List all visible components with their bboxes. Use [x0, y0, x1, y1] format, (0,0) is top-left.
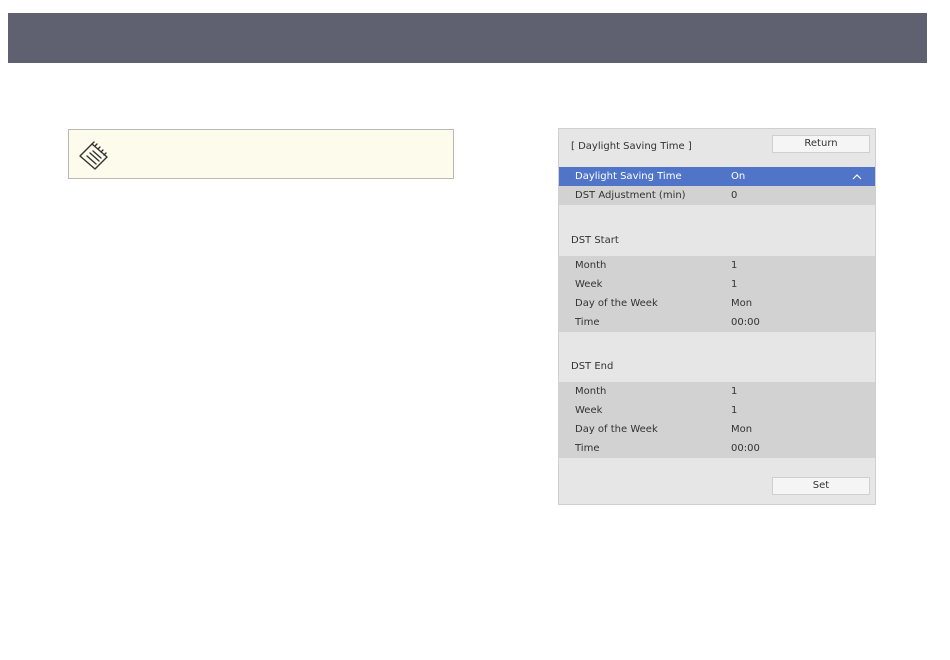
setting-label: Week — [575, 279, 603, 290]
dst-end-row-time[interactable]: Time 00:00 — [559, 439, 875, 458]
set-button[interactable]: Set — [772, 477, 870, 495]
setting-value: 00:00 — [731, 443, 760, 454]
dst-end-heading: DST End — [571, 361, 614, 372]
return-button[interactable]: Return — [772, 135, 870, 153]
setting-row-daylight-saving-time[interactable]: Daylight Saving Time On — [559, 167, 875, 186]
setting-value: Mon — [731, 424, 753, 435]
header-bar — [8, 13, 927, 63]
setting-label: Daylight Saving Time — [575, 171, 682, 182]
setting-value: 1 — [731, 405, 738, 416]
page: [ Daylight Saving Time ] Return Daylight… — [0, 0, 950, 660]
setting-value: 0 — [731, 190, 738, 201]
setting-label: Day of the Week — [575, 298, 658, 309]
setting-value: Mon — [731, 298, 753, 309]
chevron-up-icon — [852, 174, 862, 180]
setting-label: Day of the Week — [575, 424, 658, 435]
dst-start-row-time[interactable]: Time 00:00 — [559, 313, 875, 332]
setting-value: On — [731, 171, 746, 182]
setting-label: DST Adjustment (min) — [575, 190, 686, 201]
dst-end-row-day-of-week[interactable]: Day of the Week Mon — [559, 420, 875, 439]
note-box — [68, 129, 454, 179]
dst-end-row-month[interactable]: Month 1 — [559, 382, 875, 401]
dst-start-row-month[interactable]: Month 1 — [559, 256, 875, 275]
dst-start-heading: DST Start — [571, 235, 619, 246]
setting-label: Week — [575, 405, 603, 416]
dst-end-row-week[interactable]: Week 1 — [559, 401, 875, 420]
setting-label: Time — [575, 443, 600, 454]
dst-start-row-week[interactable]: Week 1 — [559, 275, 875, 294]
memo-pad-icon — [79, 141, 108, 170]
setting-value: 1 — [731, 260, 738, 271]
setting-value: 1 — [731, 279, 738, 290]
setting-value: 1 — [731, 386, 738, 397]
setting-label: Month — [575, 260, 607, 271]
setting-label: Time — [575, 317, 600, 328]
daylight-saving-time-dialog: [ Daylight Saving Time ] Return Daylight… — [558, 128, 876, 505]
dialog-title: [ Daylight Saving Time ] — [571, 141, 692, 152]
setting-value: 00:00 — [731, 317, 760, 328]
dst-start-row-day-of-week[interactable]: Day of the Week Mon — [559, 294, 875, 313]
setting-label: Month — [575, 386, 607, 397]
setting-row-dst-adjustment[interactable]: DST Adjustment (min) 0 — [559, 186, 875, 205]
